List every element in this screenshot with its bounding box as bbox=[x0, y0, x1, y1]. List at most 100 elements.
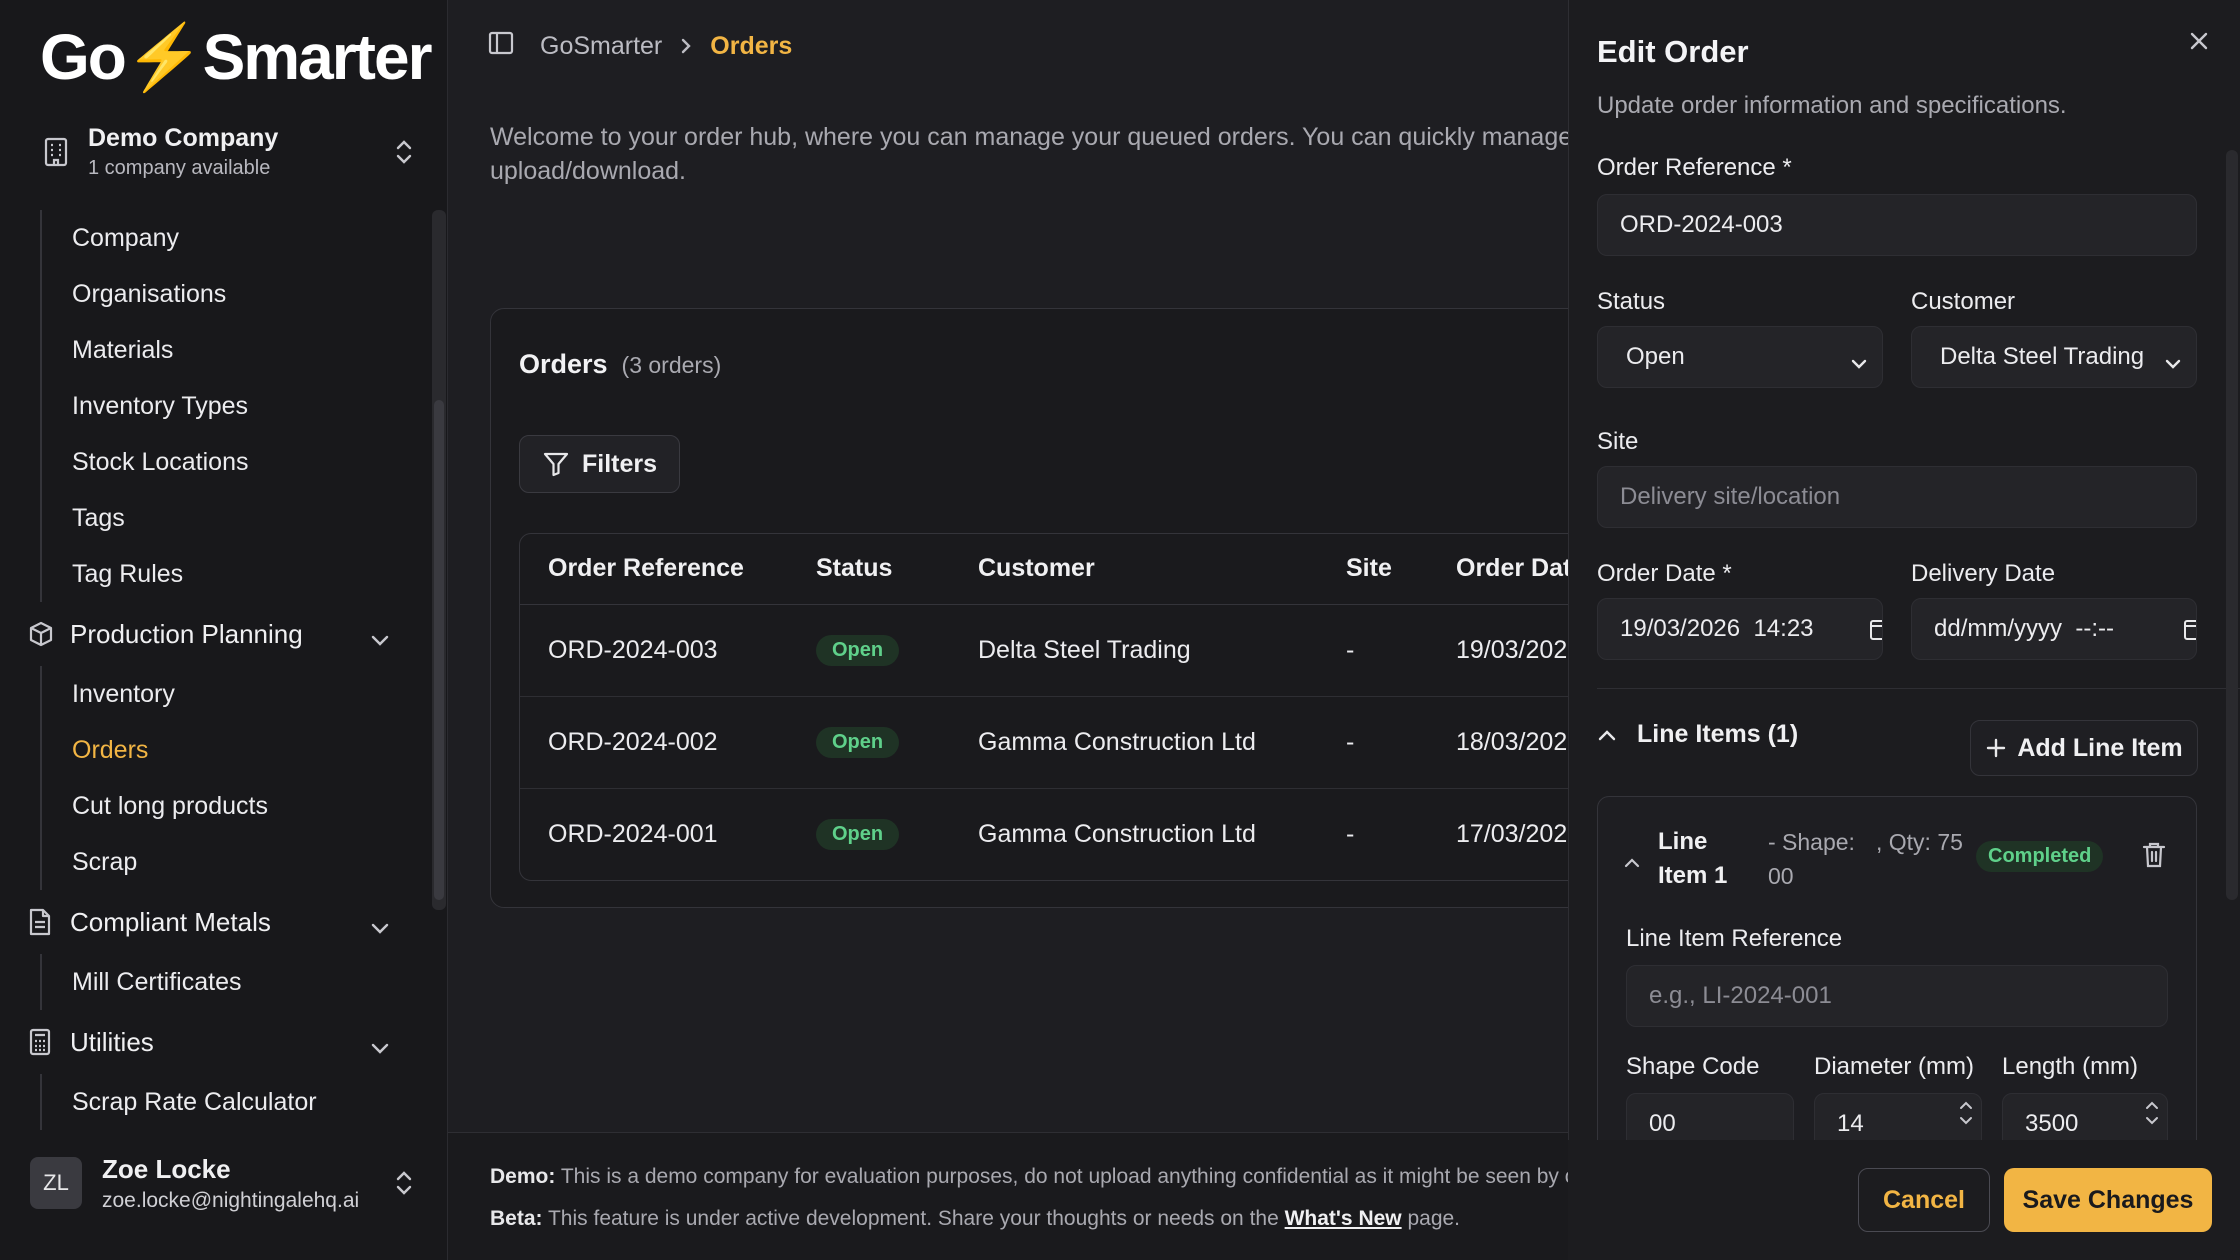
delivery-date-input[interactable]: dd/mm/yyyy --:-- bbox=[1911, 598, 2200, 660]
document-icon bbox=[28, 908, 56, 936]
chevron-up-icon[interactable] bbox=[1959, 1100, 1973, 1110]
box-icon bbox=[28, 621, 56, 647]
close-icon[interactable] bbox=[2188, 30, 2210, 59]
sidebar-item-inventory-types[interactable]: Inventory Types bbox=[42, 378, 430, 434]
sidebar-nav: Company Organisations Materials Inventor… bbox=[0, 210, 430, 1130]
topbar: GoSmarter Orders bbox=[488, 26, 792, 66]
sidebar-item-organisations[interactable]: Organisations bbox=[42, 266, 430, 322]
add-line-item-button[interactable]: Add Line Item bbox=[1970, 720, 2198, 776]
order-reference-input[interactable]: ORD-2024-003 bbox=[1597, 194, 2197, 256]
cancel-button[interactable]: Cancel bbox=[1858, 1168, 1990, 1232]
calendar-icon[interactable] bbox=[2184, 617, 2200, 650]
site-label: Site bbox=[1597, 428, 1639, 455]
orders-header: Orders (3 orders) bbox=[519, 349, 721, 380]
chevron-down-icon bbox=[370, 912, 390, 943]
trash-icon[interactable] bbox=[2142, 841, 2166, 876]
sidebar-item-materials[interactable]: Materials bbox=[42, 322, 430, 378]
column-status[interactable]: Status bbox=[788, 534, 950, 605]
chevron-up-icon[interactable] bbox=[1624, 847, 1640, 876]
intro-line-2: upload/download. bbox=[490, 157, 686, 185]
edit-order-drawer: Edit Order Update order information and … bbox=[1568, 0, 2240, 1260]
diameter-label: Diameter (mm) bbox=[1814, 1053, 1974, 1080]
sidebar-scrollbar-thumb[interactable] bbox=[434, 400, 444, 900]
number-stepper[interactable] bbox=[2145, 1100, 2159, 1126]
company-nav-group: Company Organisations Materials Inventor… bbox=[40, 210, 430, 602]
table-row[interactable]: ORD-2024-003 Open Delta Steel Trading - … bbox=[520, 604, 1718, 697]
sidebar-item-company[interactable]: Company bbox=[42, 210, 430, 266]
orders-count: (3 orders) bbox=[621, 352, 722, 378]
line-item-reference-input[interactable]: e.g., LI-2024-001 bbox=[1626, 965, 2168, 1027]
filters-button[interactable]: Filters bbox=[519, 435, 681, 493]
column-order-reference[interactable]: Order Reference bbox=[520, 534, 788, 605]
sidebar-item-stock-locations[interactable]: Stock Locations bbox=[42, 434, 430, 490]
delivery-date-value: dd/mm/yyyy --:-- bbox=[1934, 615, 2114, 642]
production-planning-group: Inventory Orders Cut long products Scrap bbox=[40, 666, 430, 890]
drawer-scrollbar[interactable] bbox=[2226, 150, 2238, 900]
user-name: Zoe Locke bbox=[102, 1153, 231, 1184]
sidebar-item-orders[interactable]: Orders bbox=[42, 722, 430, 778]
cell-order-reference: ORD-2024-001 bbox=[548, 819, 718, 848]
column-customer[interactable]: Customer bbox=[950, 534, 1318, 605]
utilities-group: Scrap Rate Calculator bbox=[40, 1074, 430, 1130]
avatar: ZL bbox=[30, 1157, 82, 1209]
divider bbox=[1597, 688, 2240, 689]
cell-customer: Gamma Construction Ltd bbox=[978, 819, 1256, 848]
diameter-value: 14 bbox=[1837, 1110, 1864, 1137]
sidebar-section-production-planning[interactable]: Production Planning bbox=[0, 602, 430, 666]
whats-new-link[interactable]: What's New bbox=[1285, 1207, 1402, 1230]
chevron-down-icon bbox=[1850, 349, 1868, 377]
chevron-right-icon bbox=[680, 37, 692, 55]
line-items-toggle[interactable]: Line Items (1) bbox=[1597, 720, 1798, 749]
sidebar-item-tags[interactable]: Tags bbox=[42, 490, 430, 546]
status-label: Status bbox=[1597, 288, 1666, 315]
table-row[interactable]: ORD-2024-001 Open Gamma Construction Ltd… bbox=[520, 788, 1718, 880]
calendar-icon[interactable] bbox=[1870, 617, 1886, 650]
sidebar-item-scrap-rate-calculator[interactable]: Scrap Rate Calculator bbox=[42, 1074, 430, 1130]
line-item-title[interactable]: Line Item 1 bbox=[1658, 825, 1748, 893]
site-input[interactable]: Delivery site/location bbox=[1597, 466, 2197, 528]
table-row[interactable]: ORD-2024-002 Open Gamma Construction Ltd… bbox=[520, 696, 1718, 789]
company-switcher[interactable]: Demo Company 1 company available bbox=[24, 114, 424, 190]
chevron-down-icon bbox=[370, 624, 390, 655]
status-select[interactable]: Open bbox=[1597, 326, 1883, 388]
breadcrumb-root[interactable]: GoSmarter bbox=[540, 32, 662, 61]
add-line-item-label: Add Line Item bbox=[2017, 733, 2183, 762]
cell-site: - bbox=[1318, 696, 1428, 789]
beta-note: Beta: This feature is under active devel… bbox=[490, 1207, 1461, 1230]
sidebar-section-compliant-metals[interactable]: Compliant Metals bbox=[0, 890, 430, 954]
sidebar-item-cut-long-products[interactable]: Cut long products bbox=[42, 778, 430, 834]
chevrons-up-down-icon bbox=[384, 1169, 424, 1197]
drawer-subtitle: Update order information and specificati… bbox=[1597, 92, 2067, 119]
order-reference-label: Order Reference * bbox=[1597, 154, 1792, 181]
column-site[interactable]: Site bbox=[1318, 534, 1428, 605]
orders-card: Orders (3 orders) Filters Order Referenc… bbox=[490, 308, 1719, 908]
company-count: 1 company available bbox=[88, 157, 271, 179]
number-stepper[interactable] bbox=[1959, 1100, 1973, 1126]
chevron-down-icon[interactable] bbox=[1959, 1116, 1973, 1126]
sidebar-item-scrap[interactable]: Scrap bbox=[42, 834, 430, 890]
chevron-down-icon bbox=[2164, 349, 2182, 377]
sidebar-item-tag-rules[interactable]: Tag Rules bbox=[42, 546, 430, 602]
sidebar-item-mill-certificates[interactable]: Mill Certificates bbox=[42, 954, 430, 1010]
length-label: Length (mm) bbox=[2002, 1053, 2139, 1080]
user-menu[interactable]: ZL Zoe Locke zoe.locke@nightingalehq.ai bbox=[24, 1140, 424, 1226]
filter-icon bbox=[543, 452, 569, 477]
page-intro: Welcome to your order hub, where you can… bbox=[490, 120, 1590, 188]
save-changes-button[interactable]: Save Changes bbox=[2004, 1168, 2212, 1232]
section-label: Utilities bbox=[70, 1026, 154, 1057]
customer-select[interactable]: Delta Steel Trading bbox=[1911, 326, 2197, 388]
orders-title: Orders bbox=[519, 349, 608, 379]
order-date-label: Order Date * bbox=[1597, 560, 1732, 587]
building-icon bbox=[24, 137, 88, 167]
sidebar-item-inventory[interactable]: Inventory bbox=[42, 666, 430, 722]
chevron-up-icon[interactable] bbox=[2145, 1100, 2159, 1110]
gosmarter-logo[interactable]: Go⚡Smarter bbox=[40, 22, 432, 92]
status-badge: Open bbox=[816, 727, 900, 758]
sidebar-section-utilities[interactable]: Utilities bbox=[0, 1010, 430, 1074]
cell-site: - bbox=[1318, 604, 1428, 697]
line-item-shape-meta: - Shape: 00 bbox=[1768, 829, 1855, 889]
chevron-down-icon[interactable] bbox=[2145, 1116, 2159, 1126]
order-date-input[interactable]: 19/03/2026 14:23 bbox=[1597, 598, 1886, 660]
cell-order-reference: ORD-2024-002 bbox=[520, 696, 788, 789]
sidebar-toggle-icon[interactable] bbox=[488, 30, 514, 63]
